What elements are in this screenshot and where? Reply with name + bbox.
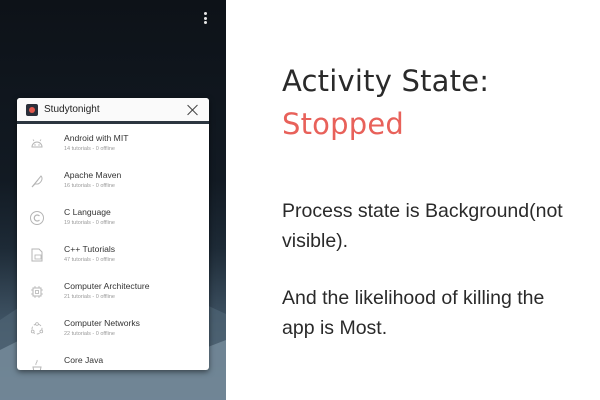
item-title: C Language: [64, 207, 111, 217]
close-icon[interactable]: [186, 103, 200, 117]
java-icon: [28, 357, 46, 370]
item-title: C++ Tutorials: [64, 244, 116, 254]
list-item-c-language[interactable]: C Language 19 tutorials - 0 offline: [17, 198, 209, 235]
list-item-computer-architecture[interactable]: Computer Architecture 21 tutorials - 0 o…: [17, 272, 209, 309]
item-title: Computer Networks: [64, 318, 140, 328]
list-item-apache-maven[interactable]: Apache Maven 16 tutorials - 0 offline: [17, 161, 209, 198]
recents-card-header: Studytonight: [17, 98, 209, 124]
list-item-computer-networks[interactable]: Computer Networks 22 tutorials - 0 offli…: [17, 309, 209, 346]
activity-state-heading: Activity State:: [282, 64, 490, 98]
studytonight-app-icon: [26, 103, 38, 116]
list-item-android-with-mit[interactable]: Android with MIT 14 tutorials - 0 offlin…: [17, 124, 209, 161]
item-title: Core Java: [64, 355, 104, 365]
item-title: Android with MIT: [64, 133, 129, 143]
item-subtitle: 14 tutorials - 0 offline: [64, 146, 115, 152]
network-icon: [28, 320, 46, 338]
activity-state-value: Stopped: [282, 107, 404, 141]
c-letter-icon: [28, 209, 46, 227]
list-item-core-java[interactable]: Core Java: [17, 346, 209, 370]
recents-app-card[interactable]: Studytonight Android with MIT 14 tutoria…: [17, 98, 209, 370]
item-subtitle: 19 tutorials - 0 offline: [64, 220, 115, 226]
feather-icon: [28, 172, 46, 190]
overflow-menu-icon[interactable]: [198, 10, 212, 26]
item-title: Computer Architecture: [64, 281, 150, 291]
kill-likelihood-text: And the likelihood of killing the app is…: [282, 287, 545, 339]
chip-icon: [28, 283, 46, 301]
cpp-file-icon: [28, 246, 46, 264]
phone-screen: Studytonight Android with MIT 14 tutoria…: [0, 0, 226, 400]
item-subtitle: 16 tutorials - 0 offline: [64, 183, 115, 189]
android-head-icon: [28, 135, 46, 153]
list-item-cpp-tutorials[interactable]: C++ Tutorials 47 tutorials - 0 offline: [17, 235, 209, 272]
item-subtitle: 21 tutorials - 0 offline: [64, 294, 115, 300]
item-title: Apache Maven: [64, 170, 122, 180]
item-subtitle: 22 tutorials - 0 offline: [64, 331, 115, 337]
tutorial-list: Android with MIT 14 tutorials - 0 offlin…: [17, 124, 209, 370]
app-title: Studytonight: [44, 104, 100, 115]
process-state-text: Process state is Background(not visible)…: [282, 200, 563, 252]
item-subtitle: 47 tutorials - 0 offline: [64, 257, 115, 263]
